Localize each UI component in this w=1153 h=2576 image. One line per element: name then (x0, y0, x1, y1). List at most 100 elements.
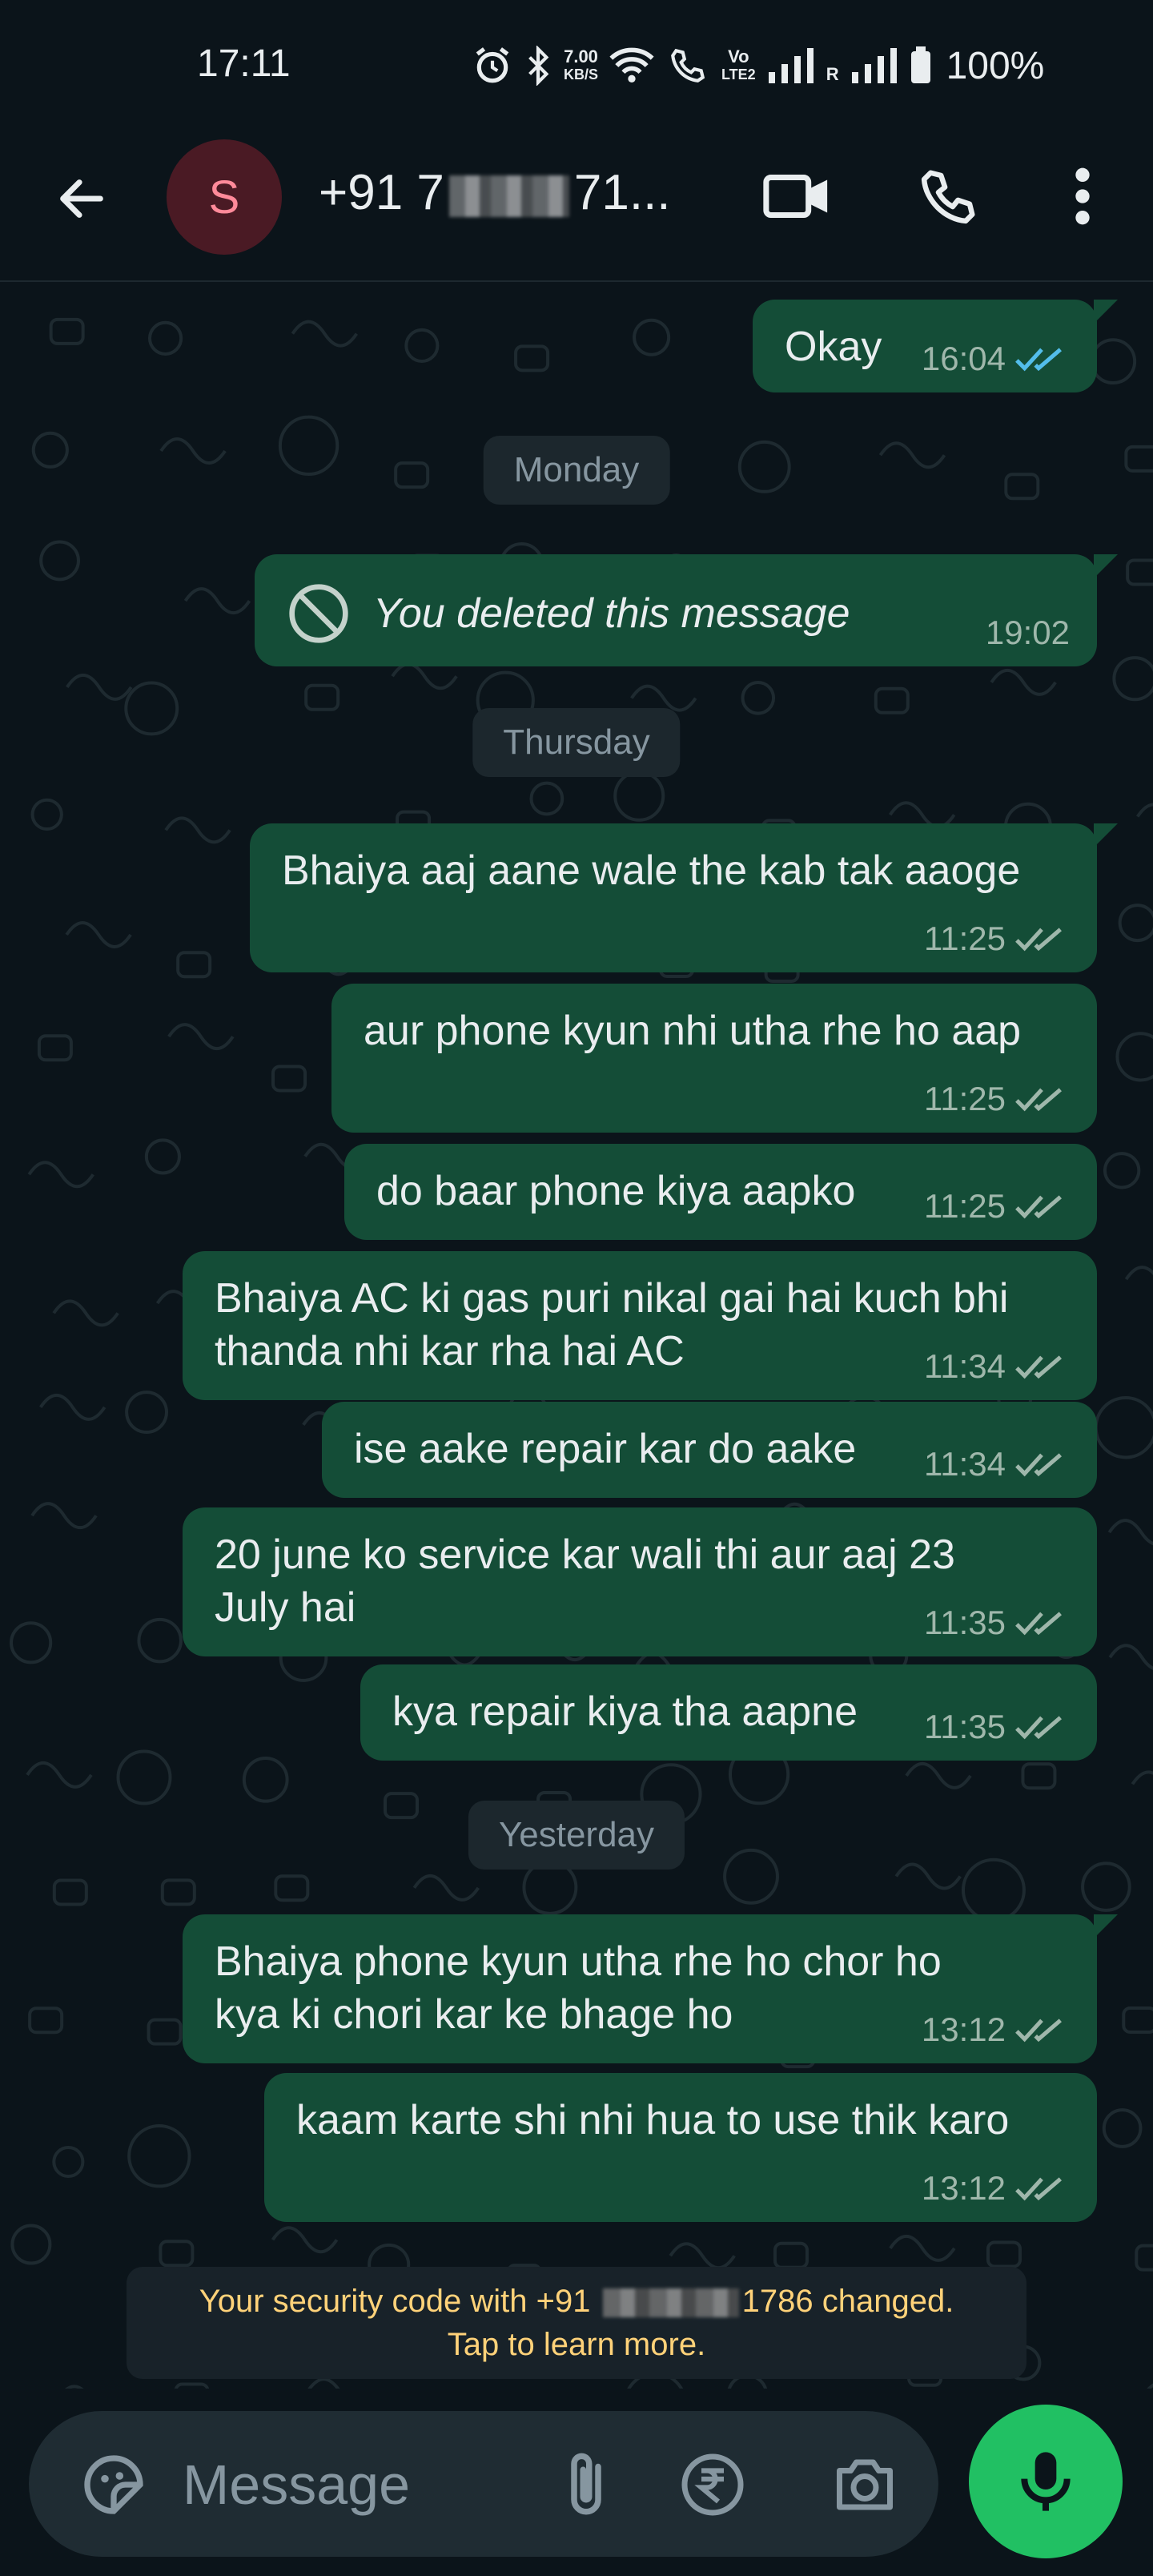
double-tick-icon (1015, 2019, 1062, 2043)
voice-message-button[interactable] (969, 2405, 1123, 2558)
signal-icon (768, 48, 814, 83)
chat-area[interactable]: Okay 16:04 Monday You deleted this messa… (0, 282, 1153, 2389)
wallpaper-doodle (30, 798, 63, 831)
wallpaper-doodle (28, 2006, 64, 2035)
double-tick-icon (1015, 348, 1062, 372)
message-time: 19:02 (985, 614, 1070, 651)
wallpaper-doodle (1094, 1396, 1153, 1459)
sticker-button[interactable] (77, 2448, 151, 2522)
wallpaper-doodle (990, 668, 1057, 696)
day-separator: Yesterday (468, 1801, 685, 1870)
voice-call-button[interactable] (905, 152, 993, 240)
wallpaper-doodle (1102, 2108, 1143, 2148)
message-bubble[interactable]: ise aake repair kar do aake 11:34 (322, 1402, 1097, 1498)
wallpaper-doodle (39, 540, 80, 582)
wallpaper-doodle (144, 1138, 181, 1175)
wallpaper-doodle (529, 781, 564, 816)
wifi-icon (609, 47, 654, 83)
message-bubble[interactable]: Bhaiya aaj aane wale the kab tak aaoge 1… (250, 823, 1118, 972)
wallpaper-doodle (1135, 2244, 1153, 2272)
contact-name[interactable]: +91 7 71... (319, 164, 671, 221)
wallpaper-doodle (889, 2234, 956, 2262)
wallpaper-doodle (412, 1874, 480, 1902)
wallpaper-doodle (633, 318, 671, 356)
message-bubble[interactable]: 20 june ko service kar wali thi aur aaj … (183, 1507, 1097, 1656)
wallpaper-doodle (271, 1065, 307, 1093)
wallpaper-doodle (1081, 1862, 1131, 1912)
wallpaper-doodle (905, 1761, 972, 1789)
wallpaper-doodle (49, 317, 85, 345)
wallpaper-doodle (65, 2385, 84, 2389)
sticker-icon (84, 2455, 143, 2514)
deleted-message-bubble[interactable]: You deleted this message 19:02 (255, 554, 1118, 666)
wallpaper-doodle (271, 2226, 339, 2254)
camera-button[interactable] (828, 2448, 902, 2522)
wallpaper-doodle (52, 1299, 119, 1327)
more-options-button[interactable] (1039, 152, 1127, 240)
wallpaper-doodle (39, 1393, 106, 1421)
message-input-bar (29, 2411, 938, 2557)
message-time: 11:25 (924, 1187, 1006, 1225)
wallpaper-doodle (741, 681, 776, 715)
wallpaper-doodle (1147, 2383, 1153, 2389)
message-bubble[interactable]: kaam karte shi nhi hua to use thik karo … (264, 2073, 1097, 2222)
wallpaper-doodle (404, 328, 440, 363)
wallpaper-doodle (1124, 1266, 1153, 1281)
attach-icon (571, 2453, 601, 2515)
wallpaper-doodle (894, 1862, 962, 1890)
wallpaper-doodle (148, 320, 183, 356)
security-code-notice[interactable]: Your security code with +91 1786 changed… (127, 2267, 1026, 2379)
wallpaper-doodle (737, 440, 791, 493)
status-time: 17:11 (197, 42, 291, 85)
wallpaper-doodle (242, 1756, 289, 1803)
wallpaper-doodle (307, 2377, 340, 2389)
wallpaper-doodle (1122, 2006, 1153, 2034)
message-input[interactable] (181, 2440, 536, 2530)
message-bubble[interactable]: Okay 16:04 (753, 300, 1118, 392)
double-tick-icon (1015, 1355, 1062, 1379)
alarm-icon (476, 47, 509, 83)
network-speed: 7.00 KB/S (564, 46, 599, 83)
wallpaper-doodle (274, 1874, 310, 1902)
wallpaper-doodle (65, 920, 132, 948)
wallpaper-doodle (52, 1878, 88, 1906)
wallpaper-doodle (1108, 1644, 1153, 1670)
message-bubble[interactable]: kya repair kiya tha aapne 11:35 (360, 1664, 1097, 1761)
wallpaper-doodle (10, 1621, 53, 1664)
wallpaper-doodle (394, 461, 430, 489)
signal-icon-2 (851, 48, 897, 83)
wallpaper-doodle (1090, 338, 1137, 385)
message-bubble[interactable]: do baar phone kiya aapko 11:25 (344, 1144, 1097, 1240)
wallpaper-doodle (773, 2241, 809, 2269)
attach-button[interactable] (549, 2448, 623, 2522)
back-button[interactable] (43, 160, 120, 237)
wallpaper-doodle (116, 1749, 172, 1805)
video-call-button[interactable] (753, 152, 841, 240)
avatar[interactable]: S (167, 139, 282, 255)
message-time: 11:35 (924, 1604, 1006, 1641)
wallpaper-doodle (1103, 1152, 1141, 1189)
bluetooth-icon (528, 46, 549, 86)
back-arrow-icon (60, 179, 103, 218)
double-tick-icon (1015, 2177, 1062, 2201)
day-separator: Monday (483, 436, 670, 505)
roaming-indicator: R (826, 64, 839, 84)
message-bubble[interactable]: aur phone kyun nhi utha rhe ho aap 11:25 (331, 984, 1097, 1133)
payment-button[interactable] (676, 2448, 749, 2522)
wallpaper-doodle (159, 437, 227, 465)
double-tick-icon (1015, 1716, 1062, 1740)
wallpaper-doodle (1131, 1770, 1153, 1785)
wallpaper-doodle (26, 1761, 93, 1789)
message-bubble[interactable]: Bhaiya phone kyun utha rhe ho chor ho ky… (183, 1914, 1118, 2063)
volte-indicator: Vo LTE2 (721, 46, 756, 83)
wallpaper-doodle (514, 344, 550, 372)
mic-icon (1021, 2452, 1071, 2511)
battery-percent: 100% (946, 44, 1045, 87)
wallpaper-doodle (52, 2145, 85, 2179)
message-time: 16:04 (921, 340, 1006, 377)
video-call-icon (763, 175, 828, 218)
wallpaper-doodle (164, 816, 231, 844)
message-bubble[interactable]: Bhaiya AC ki gas puri nikal gai hai kuch… (183, 1251, 1097, 1400)
message-time: 11:34 (924, 1445, 1006, 1483)
battery-icon (910, 46, 930, 83)
